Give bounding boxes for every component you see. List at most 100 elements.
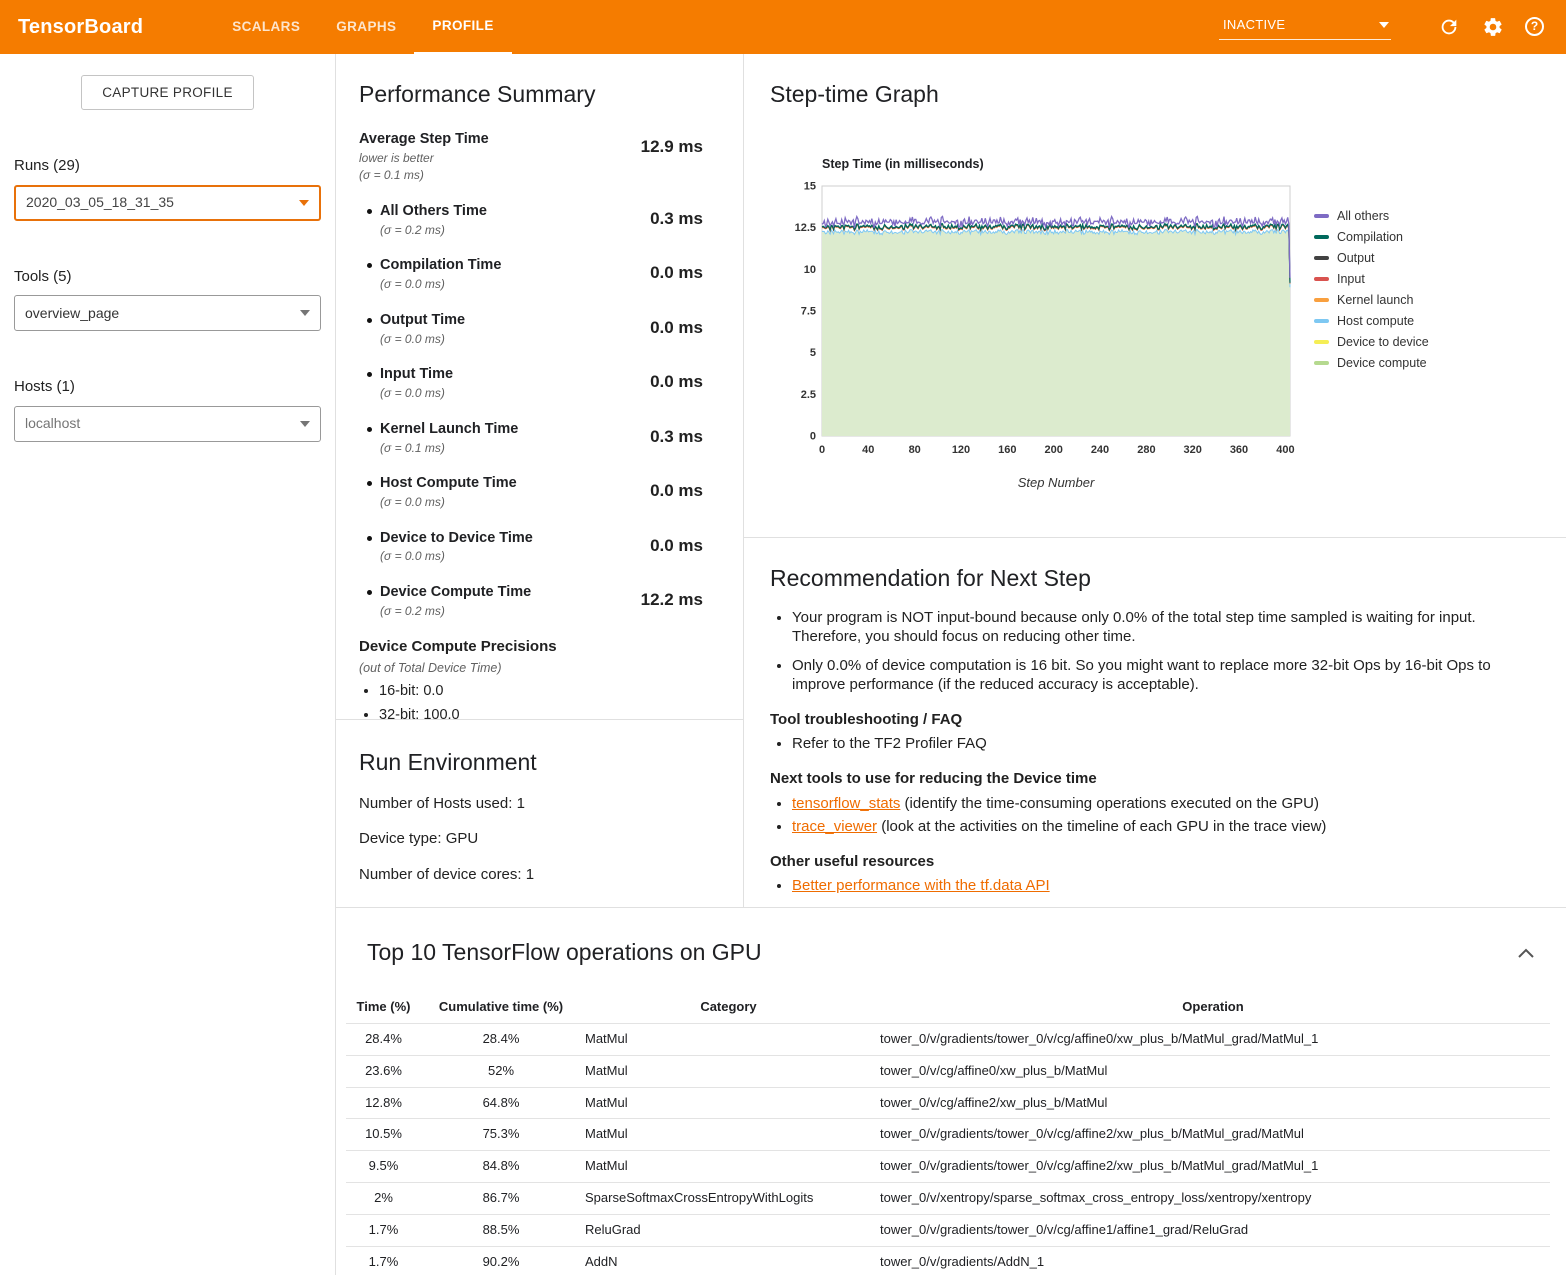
table-cell: MatMul [581, 1087, 876, 1119]
recommendation-item: Better performance with the tf.data API [792, 876, 1540, 895]
table-cell: 1.7% [346, 1215, 421, 1247]
metric-info: All Others Time(σ = 0.2 ms) [359, 202, 487, 238]
svg-text:120: 120 [952, 444, 970, 456]
table-cell: ReluGrad [581, 1215, 876, 1247]
hosts-select[interactable]: localhost [14, 406, 321, 442]
table-row: 1.7%90.2%AddNtower_0/v/gradients/AddN_1 [346, 1247, 1550, 1275]
table-row: 28.4%28.4%MatMultower_0/v/gradients/towe… [346, 1023, 1550, 1055]
table-cell: tower_0/v/cg/affine0/xw_plus_b/MatMul [876, 1055, 1550, 1087]
metric-info: Kernel Launch Time(σ = 0.1 ms) [359, 420, 518, 456]
top-ops-header: Top 10 TensorFlow operations on GPU [346, 908, 1556, 968]
bullet-icon [367, 481, 372, 486]
svg-text:40: 40 [862, 444, 874, 456]
metric-note: lower is better [359, 151, 489, 167]
table-row: 12.8%64.8%MatMultower_0/v/cg/affine2/xw_… [346, 1087, 1550, 1119]
recommendation-item: tensorflow_stats (identify the time-cons… [792, 794, 1540, 813]
topbar: TensorBoard SCALARSGRAPHSPROFILE INACTIV… [0, 0, 1566, 54]
svg-text:360: 360 [1230, 444, 1248, 456]
legend-swatch [1314, 277, 1329, 281]
svg-text:7.5: 7.5 [801, 306, 816, 318]
table-cell: 28.4% [421, 1023, 581, 1055]
metric-sigma: (σ = 0.0 ms) [380, 277, 501, 293]
table-cell: tower_0/v/gradients/tower_0/v/cg/affine2… [876, 1119, 1550, 1151]
collapse-icon[interactable] [1518, 948, 1534, 958]
metric-info: Device Compute Time(σ = 0.2 ms) [359, 583, 531, 619]
link-tensorflow-stats[interactable]: tensorflow_stats [792, 795, 900, 812]
metric-text: Input Time(σ = 0.0 ms) [380, 365, 453, 401]
metric-value: 12.2 ms [641, 589, 703, 619]
metric-info: Device to Device Time(σ = 0.0 ms) [359, 529, 533, 565]
table-cell: 10.5% [346, 1119, 421, 1151]
top-ops-section: Top 10 TensorFlow operations on GPU Time… [336, 908, 1566, 1275]
table-cell: MatMul [581, 1055, 876, 1087]
refresh-icon[interactable] [1437, 15, 1461, 39]
bullet-icon [367, 263, 372, 268]
column-header: Time (%) [346, 992, 421, 1023]
table-cell: 12.8% [346, 1087, 421, 1119]
run-environment-lines: Number of Hosts used: 1Device type: GPUN… [359, 794, 720, 885]
link-better-performance-with-the-tf-data-api[interactable]: Better performance with the tf.data API [792, 877, 1050, 894]
table-cell: SparseSoftmaxCrossEntropyWithLogits [581, 1183, 876, 1215]
runs-label: Runs (29) [14, 156, 321, 176]
help-icon[interactable]: ? [1525, 17, 1544, 36]
svg-text:240: 240 [1091, 444, 1109, 456]
legend-swatch [1314, 361, 1329, 365]
legend-label: Device to device [1337, 334, 1429, 350]
step-time-graph-section: Step-time Graph Step Time (in millisecon… [744, 54, 1566, 537]
table-cell: 90.2% [421, 1247, 581, 1275]
run-environment-line: Number of device cores: 1 [359, 865, 720, 885]
chevron-down-icon [300, 421, 310, 427]
metric-value: 0.0 ms [650, 480, 703, 510]
metric-text: Average Step Timelower is better(σ = 0.1… [359, 130, 489, 184]
metric-value: 0.0 ms [650, 262, 703, 292]
chart-legend: All othersCompilationOutputInputKernel l… [1314, 206, 1429, 492]
legend-label: All others [1337, 208, 1389, 224]
table-cell: 52% [421, 1055, 581, 1087]
recommendation-list: tensorflow_stats (identify the time-cons… [770, 794, 1540, 836]
device-compute-precisions: Device Compute Precisions (out of Total … [359, 637, 703, 720]
bullet-icon [367, 318, 372, 323]
metric-sigma: (σ = 0.2 ms) [380, 223, 487, 239]
gear-icon[interactable] [1481, 15, 1505, 39]
legend-label: Compilation [1337, 229, 1403, 245]
svg-text:10: 10 [804, 264, 816, 276]
svg-text:0: 0 [819, 444, 825, 456]
tab-scalars[interactable]: SCALARS [214, 0, 318, 54]
table-row: 1.7%88.5%ReluGradtower_0/v/gradients/tow… [346, 1215, 1550, 1247]
legend-item-output: Output [1314, 248, 1429, 269]
chart-x-axis-label: Step Number [822, 475, 1290, 492]
hosts-label: Hosts (1) [14, 377, 321, 397]
table-cell: AddN [581, 1247, 876, 1275]
metric-sigma: (σ = 0.0 ms) [380, 386, 453, 402]
precisions-title: Device Compute Precisions [359, 637, 703, 657]
metric-row: Compilation Time(σ = 0.0 ms)0.0 ms [359, 256, 703, 292]
column-header: Cumulative time (%) [421, 992, 581, 1023]
svg-text:15: 15 [804, 181, 816, 193]
tools-label: Tools (5) [14, 267, 321, 287]
metric-label: Host Compute Time [380, 474, 517, 493]
recommendation-sections: Tool troubleshooting / FAQRefer to the T… [770, 710, 1540, 896]
tab-graphs[interactable]: GRAPHS [318, 0, 414, 54]
metric-row: Average Step Timelower is better(σ = 0.1… [359, 130, 703, 184]
tab-profile[interactable]: PROFILE [414, 0, 511, 54]
tools-select[interactable]: overview_page [14, 295, 321, 331]
table-cell: tower_0/v/gradients/tower_0/v/cg/affine1… [876, 1215, 1550, 1247]
recommendation-subheading: Next tools to use for reducing the Devic… [770, 769, 1540, 789]
link-trace-viewer[interactable]: trace_viewer [792, 818, 877, 835]
metric-info: Input Time(σ = 0.0 ms) [359, 365, 453, 401]
capture-profile-button[interactable]: CAPTURE PROFILE [81, 75, 254, 110]
svg-text:5: 5 [810, 347, 816, 359]
metric-sigma: (σ = 0.0 ms) [380, 332, 465, 348]
runs-select[interactable]: 2020_03_05_18_31_35 [14, 185, 321, 221]
metric-sigma: (σ = 0.0 ms) [380, 495, 517, 511]
metric-text: Device to Device Time(σ = 0.0 ms) [380, 529, 533, 565]
status-dropdown[interactable]: INACTIVE [1219, 14, 1391, 40]
legend-label: Output [1337, 250, 1375, 266]
step-time-graph-title: Step-time Graph [770, 80, 1566, 110]
legend-item-host_compute: Host compute [1314, 311, 1429, 332]
legend-item-all_others: All others [1314, 206, 1429, 227]
table-cell: MatMul [581, 1119, 876, 1151]
metric-sigma: (σ = 0.0 ms) [380, 549, 533, 565]
metric-text: All Others Time(σ = 0.2 ms) [380, 202, 487, 238]
legend-label: Host compute [1337, 313, 1414, 329]
